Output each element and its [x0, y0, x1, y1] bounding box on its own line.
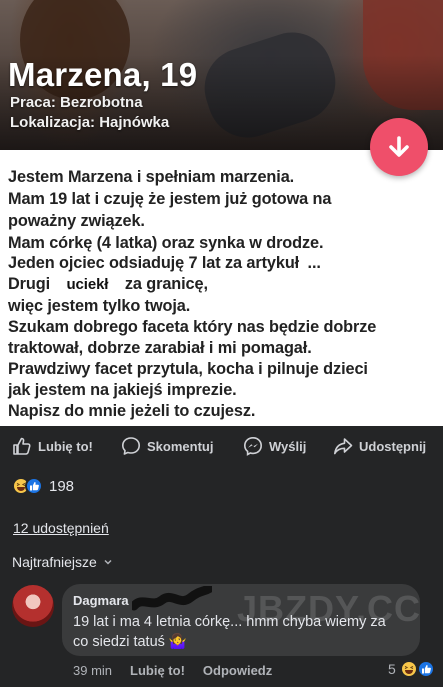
share-arrow-icon — [334, 438, 353, 455]
comment-sort-dropdown[interactable]: Najtrafniejsze — [12, 554, 113, 570]
comment-actions: 39 min Lubię to! Odpowiedz — [73, 663, 272, 678]
like-label: Lubię to! — [38, 438, 93, 454]
post-line: Drugi uciekł za granicę, — [8, 275, 208, 294]
reaction-count: 198 — [49, 477, 75, 495]
haha-reaction-icon — [399, 660, 418, 678]
post-line: poważny związek. — [8, 212, 145, 230]
commenter-avatar[interactable] — [12, 585, 54, 627]
send-label: Wyślij — [269, 438, 307, 454]
profile-name: Marzena, 19 — [8, 56, 198, 93]
scroll-down-button[interactable] — [370, 118, 428, 176]
reactions-summary[interactable]: 198 — [12, 476, 74, 496]
post-line: więc jestem tylko twoja. — [8, 297, 191, 315]
post-line: Jeden ojciec odsiaduję 7 lat za artykuł … — [8, 254, 321, 273]
post-line: Mam córkę (4 latka) oraz synka w drodze. — [8, 234, 324, 252]
comment-reply-button[interactable]: Odpowiedz — [203, 663, 272, 678]
post-action-bar: Lubię to! Skomentuj Wyślij Udostępnij — [0, 426, 443, 466]
arrow-down-icon — [389, 136, 409, 157]
post-overlay-word: uciekł — [66, 276, 109, 293]
comment-like-button[interactable]: Lubię to! — [130, 663, 185, 678]
sort-label: Najtrafniejsze — [12, 554, 97, 570]
comment-button[interactable]: Skomentuj — [121, 435, 213, 457]
like-button[interactable]: Lubię to! — [12, 435, 93, 457]
post-line-part: Jeden ojciec odsiaduję 7 lat za artykuł — [8, 254, 300, 272]
comment-time[interactable]: 39 min — [73, 663, 112, 678]
like-reaction-icon — [25, 477, 43, 495]
like-reaction-icon — [416, 660, 435, 678]
post-line: Szukam dobrego faceta który nas będzie d… — [8, 318, 377, 336]
post-line: Prawdziwy facet przytula, kocha i pilnuj… — [8, 360, 368, 378]
comment-text: 19 lat i ma 4 letnia córkę... hmm chyba … — [73, 614, 386, 650]
share-button[interactable]: Udostępnij — [333, 435, 426, 457]
messenger-icon — [243, 436, 263, 456]
comment-reaction-count: 5 — [388, 661, 396, 677]
post-ellipsis: ... — [307, 254, 321, 272]
profile-job: Praca: Bezrobotna — [10, 94, 143, 111]
post-line: jak jestem na jakiejś imprezie. — [8, 381, 237, 399]
comment-label: Skomentuj — [147, 438, 214, 454]
post-line: Mam 19 lat i czuję że jestem już gotowa … — [8, 190, 332, 208]
comment-bubble-icon — [122, 437, 140, 455]
share-label: Udostępnij — [359, 438, 427, 454]
post-line-part: za granicę, — [124, 275, 208, 293]
post-line: Napisz do mnie jeżeli to czujesz. — [8, 402, 256, 420]
post-line: traktował, dobrze zarabiał i mi pomagał. — [8, 339, 312, 357]
comment-bubble: Dagmara JBZDY.CC 19 lat i ma 4 letnia có… — [62, 584, 420, 656]
post-line-part: Drugi — [8, 275, 51, 293]
chevron-down-icon — [104, 559, 112, 565]
comment-author[interactable]: Dagmara — [73, 593, 129, 608]
post-text-panel: Jestem Marzena i spełniam marzenia. Mam … — [0, 150, 443, 426]
comment-reactions[interactable]: 5 — [388, 660, 435, 678]
send-button[interactable]: Wyślij — [243, 435, 306, 457]
shares-count-link[interactable]: 12 udostępnień — [13, 520, 109, 536]
thumbs-up-icon — [13, 437, 31, 455]
profile-location: Lokalizacja: Hajnówka — [10, 114, 170, 131]
post-line: Jestem Marzena i spełniam marzenia. — [8, 168, 295, 186]
